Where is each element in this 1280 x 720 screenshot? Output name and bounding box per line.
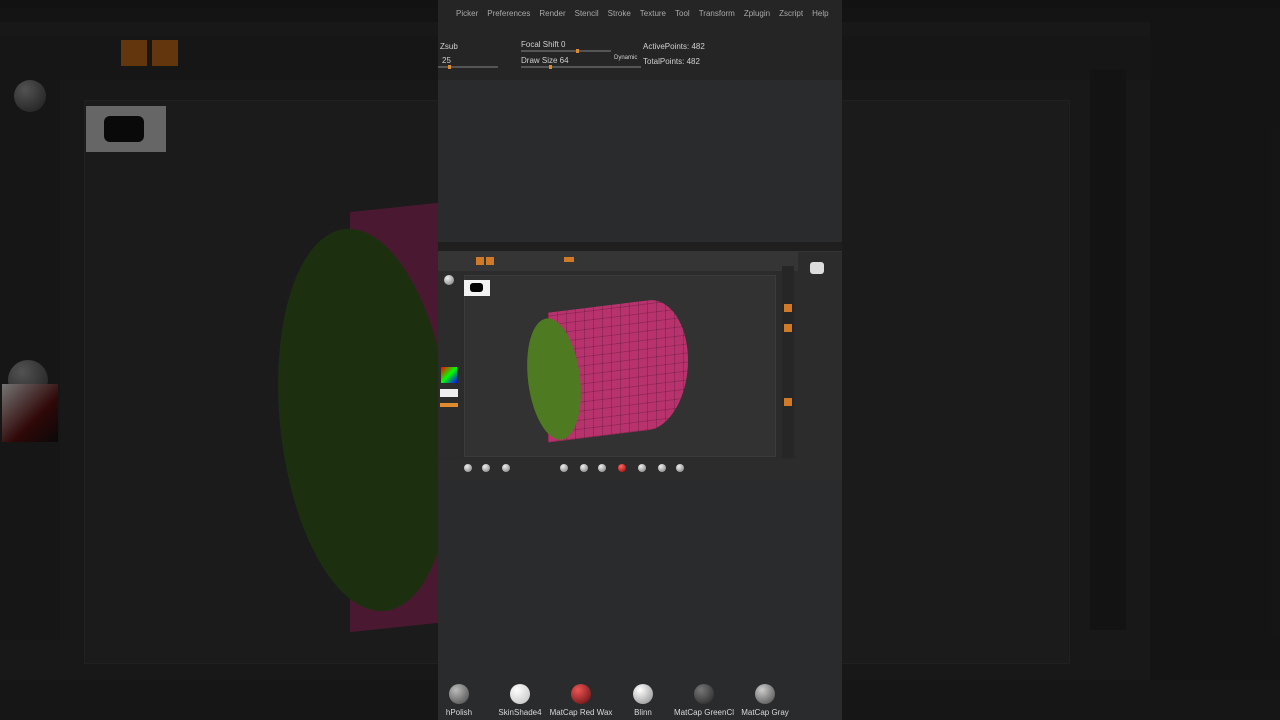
material-blinn[interactable]: Blinn [608, 684, 678, 717]
inner-material-2 [482, 464, 490, 472]
menu-texture[interactable]: Texture [640, 9, 666, 18]
material-matcap-gray[interactable]: MatCap Gray [730, 684, 800, 717]
material-matcap-red-wax-label: MatCap Red Wax [549, 708, 613, 717]
material-matcap-red-wax-sphere [571, 684, 591, 704]
draw-size-label[interactable]: Draw Size 64 [521, 56, 569, 65]
inner-alternate-button [440, 403, 458, 407]
material-hpolish-label: hPolish [445, 708, 473, 717]
inner-material-9 [658, 464, 666, 472]
inner-color-picker [441, 367, 457, 383]
top-toolbar: Picker Preferences Render Stencil Stroke Text… [438, 0, 842, 80]
inner-material-3 [502, 464, 510, 472]
dynamic-toggle[interactable]: Dynamic [614, 55, 637, 61]
material-skinshade4-label: SkinShade4 [498, 708, 542, 717]
active-points: ActivePoints: 482 [643, 42, 705, 51]
inner-zadd-button [564, 257, 574, 262]
inner-shelf-btn-1 [784, 304, 792, 312]
inner-draw-button [486, 257, 494, 265]
menu-tool[interactable]: Tool [675, 9, 690, 18]
menu-help[interactable]: Help [812, 9, 828, 18]
inner-edit-button [476, 257, 484, 265]
main-menu: Picker Preferences Render Stencil Stroke Text… [438, 9, 842, 23]
inner-tool-palette [798, 252, 842, 480]
zsub-button[interactable]: Zsub [440, 42, 458, 51]
inner-shelf-btn-2 [784, 324, 792, 332]
draw-size-slider[interactable] [521, 65, 641, 69]
material-matcap-greencl-label: MatCap GreenCl [673, 708, 735, 717]
inner-material-7 [618, 464, 626, 472]
inner-cylinder-thumb [810, 262, 824, 274]
menu-zplugin[interactable]: Zplugin [744, 9, 770, 18]
inner-swatches [440, 389, 458, 397]
inner-screenshot [438, 242, 842, 480]
material-skinshade4[interactable]: SkinShade4 [485, 684, 555, 717]
menu-zscript[interactable]: Zscript [779, 9, 803, 18]
material-blinn-sphere [633, 684, 653, 704]
material-matcap-gray-sphere [755, 684, 775, 704]
material-blinn-label: Blinn [634, 708, 652, 717]
material-shelf: hPolish SkinShade4 MatCap Red Wax Blinn … [438, 684, 842, 720]
inner-shelf-btn-3 [784, 398, 792, 406]
inner-material-1 [464, 464, 472, 472]
focal-shift-label[interactable]: Focal Shift 0 [521, 40, 565, 49]
menu-stencil[interactable]: Stencil [575, 9, 599, 18]
focal-shift-slider[interactable] [521, 49, 611, 53]
menu-stroke[interactable]: Stroke [608, 9, 631, 18]
material-matcap-red-wax[interactable]: MatCap Red Wax [546, 684, 616, 717]
material-hpolish-sphere [449, 684, 469, 704]
inner-alpha-thumb [464, 280, 490, 296]
menu-render[interactable]: Render [539, 9, 565, 18]
menu-transform[interactable]: Transform [699, 9, 735, 18]
material-matcap-gray-label: MatCap Gray [741, 708, 789, 717]
menu-picker[interactable]: Picker [456, 9, 478, 18]
material-hpolish[interactable]: hPolish [424, 684, 494, 717]
total-points: TotalPoints: 482 [643, 57, 700, 66]
inner-left-panel [438, 271, 460, 457]
inner-right-shelf [782, 266, 794, 458]
inner-menu-bar [438, 242, 842, 251]
inner-material-4 [560, 464, 568, 472]
inner-brush-icon [444, 275, 454, 285]
inner-material-5 [580, 464, 588, 472]
material-skinshade4-sphere [510, 684, 530, 704]
inner-material-8 [638, 464, 646, 472]
z-intensity-value[interactable]: 25 [442, 56, 451, 65]
material-matcap-greencl-sphere [694, 684, 714, 704]
inner-material-10 [676, 464, 684, 472]
z-intensity-slider[interactable] [438, 65, 498, 69]
menu-preferences[interactable]: Preferences [487, 9, 530, 18]
material-matcap-greencl[interactable]: MatCap GreenCl [669, 684, 739, 717]
inner-material-6 [598, 464, 606, 472]
